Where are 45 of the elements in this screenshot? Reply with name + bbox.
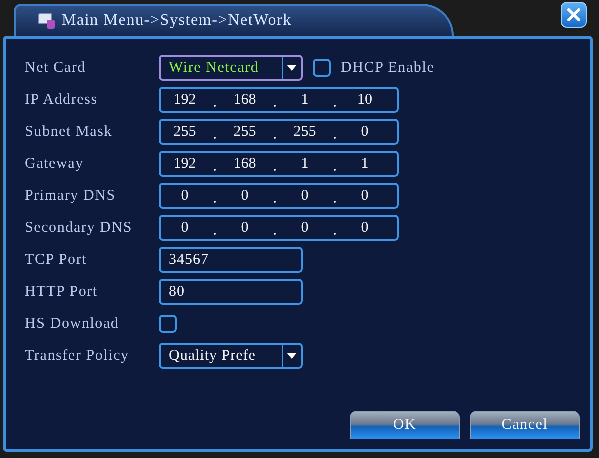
separator-dot-icon xyxy=(274,233,276,235)
separator-dot-icon xyxy=(214,105,216,107)
separator-dot-icon xyxy=(274,137,276,139)
separator-dot-icon xyxy=(334,105,336,107)
checkbox[interactable] xyxy=(313,59,331,77)
dropdown[interactable]: Quality Prefe xyxy=(159,343,303,369)
separator-dot-icon xyxy=(334,137,336,139)
input-field[interactable]: 80 xyxy=(159,279,303,305)
caret-icon xyxy=(287,65,297,71)
field-label: Gateway xyxy=(25,156,85,172)
window-title: Main Menu->System->NetWork xyxy=(62,12,292,30)
field-label: TCP Port xyxy=(25,252,88,268)
dialog-button[interactable]: OK xyxy=(350,411,460,439)
checkbox-label: DHCP Enable xyxy=(341,60,435,76)
field-label: Net Card xyxy=(25,60,87,76)
caret-icon xyxy=(287,353,297,359)
separator-dot-icon xyxy=(214,137,216,139)
separator-dot-icon xyxy=(334,233,336,235)
input-field[interactable]: 34567 xyxy=(159,247,303,273)
separator-dot-icon xyxy=(214,169,216,171)
separator-dot-icon xyxy=(334,169,336,171)
ip-address-field[interactable]: 192 168 1 1 xyxy=(159,151,399,177)
field-label: Transfer Policy xyxy=(25,348,130,364)
separator-dot-icon xyxy=(334,201,336,203)
field-label: IP Address xyxy=(25,92,99,108)
separator-dot-icon xyxy=(274,105,276,107)
ip-address-field[interactable]: 0 0 0 0 xyxy=(159,183,399,209)
dialog-button[interactable]: Cancel xyxy=(470,411,580,439)
separator-dot-icon xyxy=(274,169,276,171)
dropdown[interactable]: Wire Netcard xyxy=(159,55,303,81)
ip-address-field[interactable]: 255 255 255 0 xyxy=(159,119,399,145)
separator-dot-icon xyxy=(214,233,216,235)
separator-dot-icon xyxy=(274,201,276,203)
field-label: Secondary DNS xyxy=(25,220,134,236)
field-label: HTTP Port xyxy=(25,284,99,300)
close-icon xyxy=(567,8,581,22)
field-label: HS Download xyxy=(25,316,120,332)
separator-dot-icon xyxy=(214,201,216,203)
close-button[interactable] xyxy=(561,2,587,28)
field-label: Subnet Mask xyxy=(25,124,114,140)
ip-address-field[interactable]: 0 0 0 0 xyxy=(159,215,399,241)
monitor-icon xyxy=(38,12,56,30)
checkbox[interactable] xyxy=(159,315,177,333)
field-label: Primary DNS xyxy=(25,188,117,204)
ip-address-field[interactable]: 192 168 1 10 xyxy=(159,87,399,113)
